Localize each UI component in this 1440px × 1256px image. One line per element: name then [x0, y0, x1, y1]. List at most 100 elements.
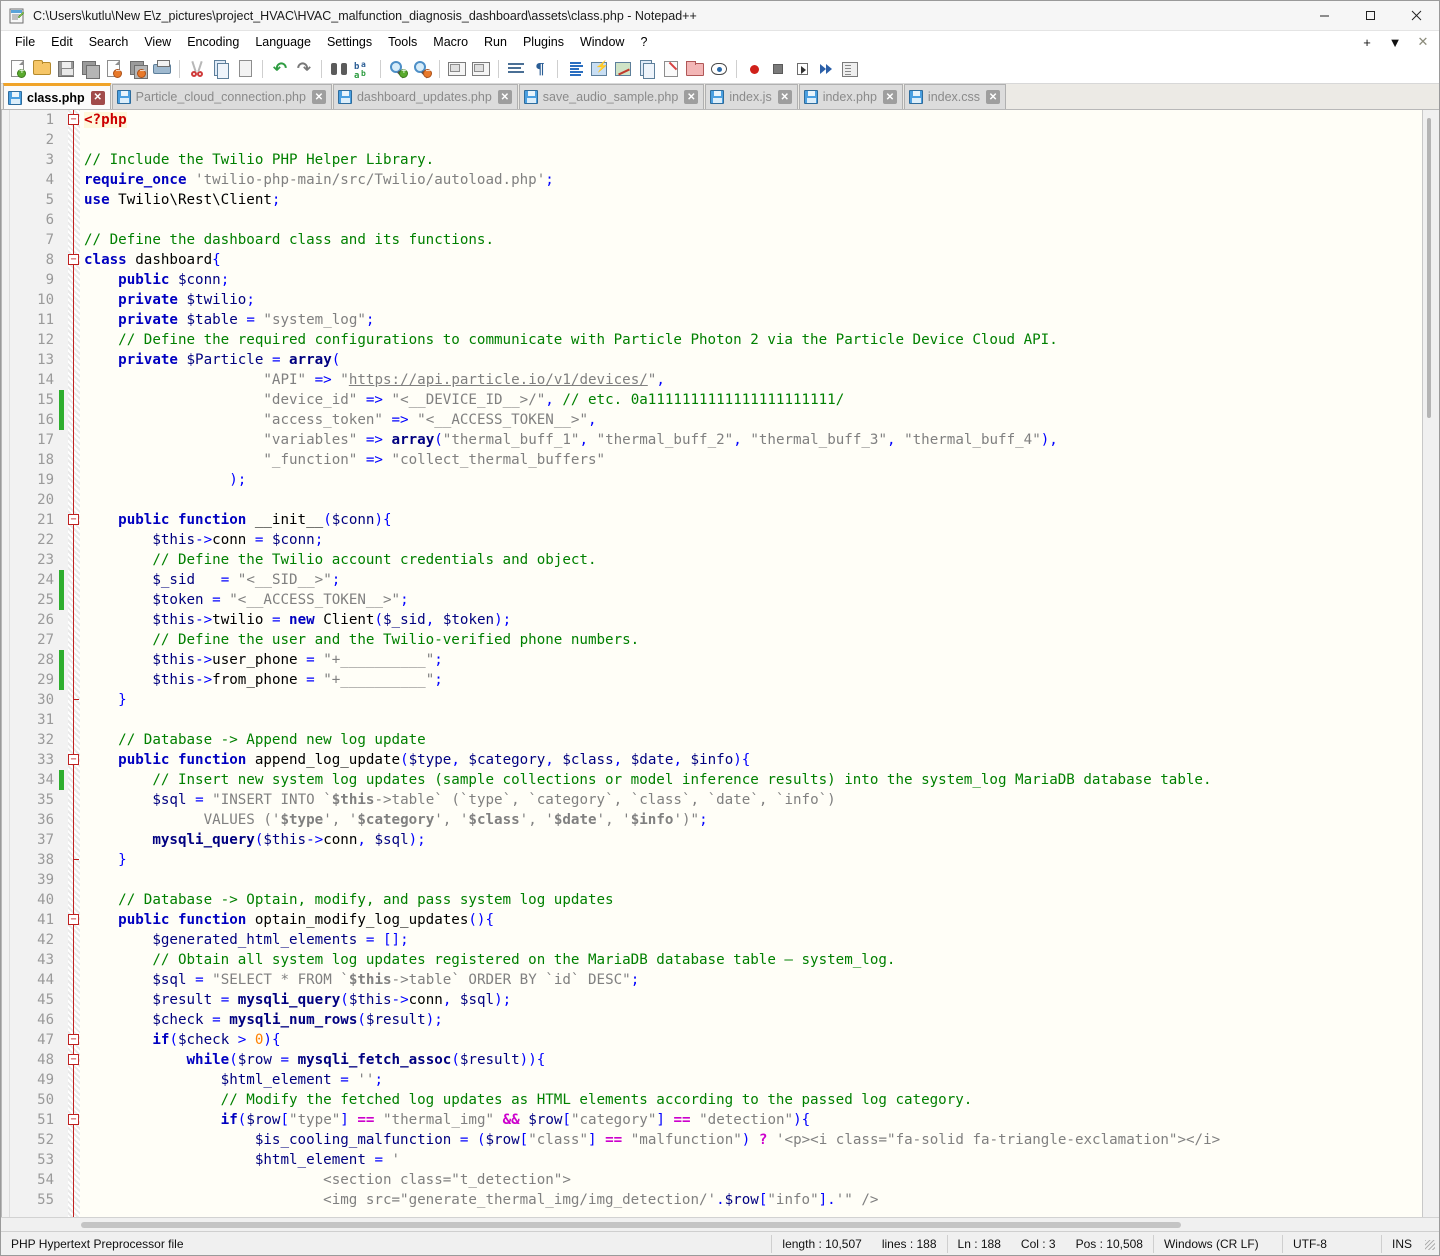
save-icon[interactable]: [54, 57, 78, 81]
code-line[interactable]: // Obtain all system log updates registe…: [84, 950, 1422, 970]
code-line[interactable]: [84, 130, 1422, 150]
fold-toggle-icon[interactable]: −: [68, 754, 79, 765]
copy-icon[interactable]: [209, 57, 233, 81]
replace-icon[interactable]: b a a b: [351, 57, 375, 81]
code-line[interactable]: $this->twilio = new Client($_sid, $token…: [84, 610, 1422, 630]
stop-recording-icon[interactable]: [766, 57, 790, 81]
tab-close-icon[interactable]: ✕: [986, 90, 1000, 104]
code-line[interactable]: // Include the Twilio PHP Helper Library…: [84, 150, 1422, 170]
menu-item-settings[interactable]: Settings: [319, 33, 380, 51]
tab-close-icon[interactable]: ✕: [312, 90, 326, 104]
code-line[interactable]: }: [84, 690, 1422, 710]
code-line[interactable]: // Modify the fetched log updates as HTM…: [84, 1090, 1422, 1110]
code-line[interactable]: // Define the required configurations to…: [84, 330, 1422, 350]
code-line[interactable]: <section class="t_detection">: [84, 1170, 1422, 1190]
code-line[interactable]: $this->conn = $conn;: [84, 530, 1422, 550]
code-line[interactable]: "device_id" => "<__DEVICE_ID__>/", // et…: [84, 390, 1422, 410]
indent-guide-icon[interactable]: [563, 57, 587, 81]
code-line[interactable]: "_function" => "collect_thermal_buffers": [84, 450, 1422, 470]
code-line[interactable]: use Twilio\Rest\Client;: [84, 190, 1422, 210]
new-tab-plus-icon[interactable]: +: [1359, 35, 1375, 50]
code-line[interactable]: private $Particle = array(: [84, 350, 1422, 370]
resize-grip[interactable]: [1422, 1237, 1436, 1251]
show-all-chars-icon[interactable]: ¶: [528, 57, 552, 81]
fold-end-marker[interactable]: [68, 694, 79, 705]
code-line[interactable]: $html_element = ': [84, 1150, 1422, 1170]
code-line[interactable]: $_sid = "<__SID__>";: [84, 570, 1422, 590]
tab-index-js[interactable]: index.js✕: [705, 84, 797, 109]
code-line[interactable]: $check = mysqli_num_rows($result);: [84, 1010, 1422, 1030]
fold-toggle-icon[interactable]: −: [68, 914, 79, 925]
tab-close-icon[interactable]: ✕: [91, 91, 105, 105]
menu-item-tools[interactable]: Tools: [380, 33, 425, 51]
maximize-button[interactable]: [1347, 1, 1393, 31]
status-encoding[interactable]: UTF-8: [1283, 1232, 1381, 1256]
tab-particle-cloud-connection-php[interactable]: Particle_cloud_connection.php✕: [112, 84, 332, 109]
tab-close-icon[interactable]: ✕: [778, 90, 792, 104]
menu-item-window[interactable]: Window: [572, 33, 632, 51]
code-line[interactable]: // Insert new system log updates (sample…: [84, 770, 1422, 790]
play-macro-icon[interactable]: [790, 57, 814, 81]
code-line[interactable]: $result = mysqli_query($this->conn, $sql…: [84, 990, 1422, 1010]
run-macro-multiple-icon[interactable]: [814, 57, 838, 81]
menu-item-plugins[interactable]: Plugins: [515, 33, 572, 51]
horizontal-scrollbar[interactable]: [1, 1217, 1439, 1231]
code-line[interactable]: <img src="generate_thermal_img/img_detec…: [84, 1190, 1422, 1210]
code-line[interactable]: // Define the Twilio account credentials…: [84, 550, 1422, 570]
vertical-scroll-thumb[interactable]: [1427, 118, 1431, 418]
code-line[interactable]: "access_token" => "<__ACCESS_TOKEN__>",: [84, 410, 1422, 430]
menu-item-file[interactable]: File: [7, 33, 43, 51]
code-line[interactable]: $this->user_phone = "+__________";: [84, 650, 1422, 670]
code-line[interactable]: [84, 210, 1422, 230]
code-line[interactable]: VALUES ('$type', '$category', '$class', …: [84, 810, 1422, 830]
code-line[interactable]: $sql = "INSERT INTO `$this->table` (`typ…: [84, 790, 1422, 810]
code-line[interactable]: mysqli_query($this->conn, $sql);: [84, 830, 1422, 850]
fold-end-marker[interactable]: [68, 854, 79, 865]
horizontal-scroll-thumb[interactable]: [81, 1222, 1181, 1228]
code-line[interactable]: while($row = mysqli_fetch_assoc($result)…: [84, 1050, 1422, 1070]
fold-toggle-icon[interactable]: −: [68, 254, 79, 265]
new-file-icon[interactable]: [6, 57, 30, 81]
fold-toggle-icon[interactable]: −: [68, 514, 79, 525]
cut-icon[interactable]: [185, 57, 209, 81]
fold-toggle-icon[interactable]: −: [68, 114, 79, 125]
run-icon[interactable]: [838, 57, 862, 81]
code-line[interactable]: [84, 870, 1422, 890]
code-editor[interactable]: 1234567891011121314151617181920212223242…: [1, 110, 1439, 1217]
paste-icon[interactable]: [233, 57, 257, 81]
print-icon[interactable]: [150, 57, 174, 81]
zoom-in-icon[interactable]: [386, 57, 410, 81]
sync-vertical-icon[interactable]: [445, 57, 469, 81]
code-line[interactable]: );: [84, 470, 1422, 490]
code-line[interactable]: if($check > 0){: [84, 1030, 1422, 1050]
function-list-icon[interactable]: [635, 57, 659, 81]
minimize-button[interactable]: [1301, 1, 1347, 31]
redo-icon[interactable]: ↷: [292, 57, 316, 81]
record-macro-icon[interactable]: [742, 57, 766, 81]
code-line[interactable]: public $conn;: [84, 270, 1422, 290]
status-eol[interactable]: Windows (CR LF): [1154, 1232, 1282, 1256]
status-insert-mode[interactable]: INS: [1382, 1232, 1422, 1256]
code-text[interactable]: <?php // Include the Twilio PHP Helper L…: [80, 110, 1422, 1217]
tab-class-php[interactable]: class.php✕: [3, 83, 111, 109]
sync-horizontal-icon[interactable]: [469, 57, 493, 81]
code-line[interactable]: <?php: [84, 110, 1422, 130]
code-line[interactable]: [84, 490, 1422, 510]
document-map-icon[interactable]: [611, 57, 635, 81]
code-line[interactable]: if($row["type"] == "thermal_img" && $row…: [84, 1110, 1422, 1130]
code-line[interactable]: $sql = "SELECT * FROM `$this->table` ORD…: [84, 970, 1422, 990]
menu-item-help[interactable]: ?: [632, 33, 655, 51]
code-line[interactable]: [84, 710, 1422, 730]
menu-item-encoding[interactable]: Encoding: [179, 33, 247, 51]
code-line[interactable]: class dashboard{: [84, 250, 1422, 270]
chevron-down-icon[interactable]: ▼: [1387, 35, 1403, 50]
menu-item-search[interactable]: Search: [81, 33, 137, 51]
code-line[interactable]: require_once 'twilio-php-main/src/Twilio…: [84, 170, 1422, 190]
monitoring-icon[interactable]: [707, 57, 731, 81]
close-document-icon[interactable]: ✕: [1415, 34, 1431, 50]
find-icon[interactable]: [327, 57, 351, 81]
fold-toggle-icon[interactable]: −: [68, 1054, 79, 1065]
tab-close-icon[interactable]: ✕: [883, 90, 897, 104]
code-line[interactable]: "variables" => array("thermal_buff_1", "…: [84, 430, 1422, 450]
menu-item-edit[interactable]: Edit: [43, 33, 81, 51]
